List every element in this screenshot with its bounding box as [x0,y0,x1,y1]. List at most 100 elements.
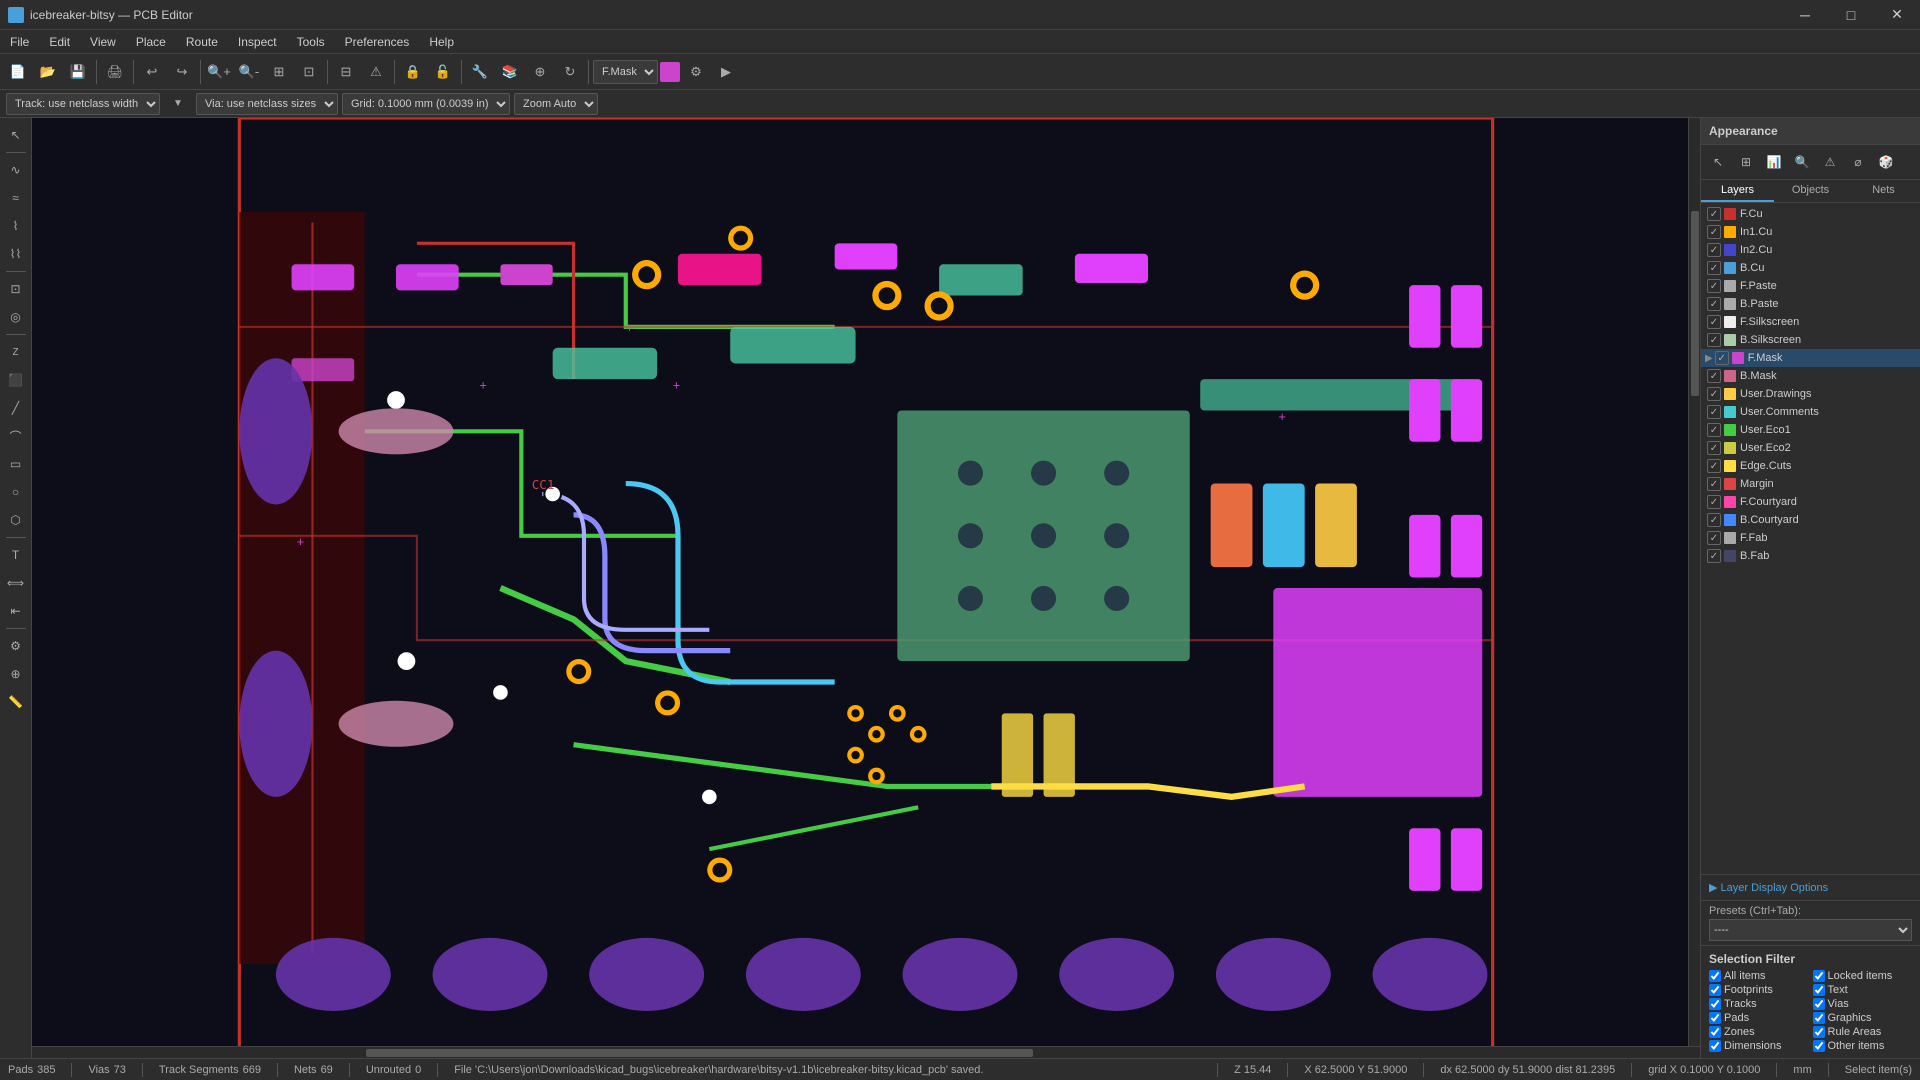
sf-checkbox-all-items[interactable] [1709,970,1721,982]
sf-checkbox-footprints[interactable] [1709,984,1721,996]
layer-visibility-toggle[interactable]: ✓ [1707,297,1721,311]
layer-item-f-silkscreen[interactable]: ✓F.Silkscreen [1701,313,1920,331]
pcb-new-button[interactable]: ⊕ [526,58,554,86]
rp-net-btn[interactable]: ⌀ [1845,149,1871,175]
layer-item-user-drawings[interactable]: ✓User.Drawings [1701,385,1920,403]
layer-visibility-toggle[interactable]: ✓ [1707,369,1721,383]
tab-objects[interactable]: Objects [1774,180,1847,202]
vertical-scrollbar[interactable] [1688,118,1700,1046]
layer-item-f-courtyard[interactable]: ✓F.Courtyard [1701,493,1920,511]
menu-edit[interactable]: Edit [39,30,80,54]
add-leader-tool[interactable]: ⇤ [3,598,29,624]
draw-line-tool[interactable]: ╱ [3,395,29,421]
layer-visibility-toggle[interactable]: ✓ [1707,243,1721,257]
layer-item-f-cu[interactable]: ✓F.Cu [1701,205,1920,223]
ratsnest-button[interactable]: ⊟ [332,58,360,86]
layer-item-b-cu[interactable]: ✓B.Cu [1701,259,1920,277]
track-width-dropdown[interactable]: Track: use netclass width [6,93,160,115]
add-via-tool[interactable]: ◎ [3,304,29,330]
layer-visibility-toggle[interactable]: ✓ [1707,207,1721,221]
v-scroll-thumb[interactable] [1691,211,1699,397]
zoom-out-button[interactable]: 🔍- [235,58,263,86]
layer-visibility-toggle[interactable]: ✓ [1707,495,1721,509]
unlock-button[interactable]: 🔓 [429,58,457,86]
drc-button[interactable]: ⚠ [362,58,390,86]
menu-tools[interactable]: Tools [287,30,335,54]
zoom-dropdown[interactable]: Zoom Auto [514,93,598,115]
board-setup-button[interactable]: ⚙ [682,58,710,86]
interactive-router-settings[interactable]: ⚙ [3,633,29,659]
scripting-button[interactable]: ▶ [712,58,740,86]
layer-item-margin[interactable]: ✓Margin [1701,475,1920,493]
tune-diff-pair-tool[interactable]: ⌇⌇ [3,241,29,267]
tab-nets[interactable]: Nets [1847,180,1920,202]
grid-dropdown[interactable]: Grid: 0.1000 mm (0.0039 in) [342,93,510,115]
sf-checkbox-text[interactable] [1813,984,1825,996]
menu-help[interactable]: Help [419,30,464,54]
layer-item-user-eco2[interactable]: ✓User.Eco2 [1701,439,1920,457]
pcb-canvas[interactable]: CC1 + + + + + [32,118,1700,1058]
layer-item-b-paste[interactable]: ✓B.Paste [1701,295,1920,313]
layer-visibility-toggle[interactable]: ✓ [1707,549,1721,563]
layer-item-f-mask[interactable]: ▶✓F.Mask [1701,349,1920,367]
layer-visibility-toggle[interactable]: ✓ [1707,315,1721,329]
layer-visibility-toggle[interactable]: ✓ [1707,441,1721,455]
presets-dropdown[interactable]: ---- [1709,919,1912,941]
select-tool[interactable]: ↖ [3,122,29,148]
layer-visibility-toggle[interactable]: ✓ [1707,513,1721,527]
sf-checkbox-zones[interactable] [1709,1026,1721,1038]
layer-selector[interactable]: F.Mask [593,60,658,84]
horizontal-scrollbar[interactable] [32,1046,1700,1058]
draw-circle-tool[interactable]: ○ [3,479,29,505]
zoom-fit-button[interactable]: ⊞ [265,58,293,86]
layer-visibility-toggle[interactable]: ✓ [1707,423,1721,437]
layer-item-f-fab[interactable]: ✓F.Fab [1701,529,1920,547]
sf-checkbox-tracks[interactable] [1709,998,1721,1010]
tune-track-tool[interactable]: ⌇ [3,213,29,239]
sf-checkbox-rule-areas[interactable] [1813,1026,1825,1038]
zoom-in-button[interactable]: 🔍+ [205,58,233,86]
layer-visibility-toggle[interactable]: ✓ [1707,459,1721,473]
add-dim-tool[interactable]: ⟺ [3,570,29,596]
layer-item-b-silkscreen[interactable]: ✓B.Silkscreen [1701,331,1920,349]
rp-search-btn[interactable]: 🔍 [1789,149,1815,175]
sf-checkbox-other-items[interactable] [1813,1040,1825,1052]
open-button[interactable]: 📂 [34,58,62,86]
menu-place[interactable]: Place [126,30,176,54]
rp-net-inspector-btn[interactable]: ⊞ [1733,149,1759,175]
zoom-select-button[interactable]: ⊡ [295,58,323,86]
rp-3d-btn[interactable]: 🎲 [1873,149,1899,175]
minimize-button[interactable]: ─ [1782,0,1828,30]
layer-item-user-comments[interactable]: ✓User.Comments [1701,403,1920,421]
layer-visibility-toggle[interactable]: ✓ [1707,531,1721,545]
layer-visibility-toggle[interactable]: ✓ [1707,261,1721,275]
layer-item-b-mask[interactable]: ✓B.Mask [1701,367,1920,385]
sf-checkbox-locked-items[interactable] [1813,970,1825,982]
lock-button[interactable]: 🔒 [399,58,427,86]
save-button[interactable]: 💾 [64,58,92,86]
layer-item-in1-cu[interactable]: ✓In1.Cu [1701,223,1920,241]
add-text-tool[interactable]: T [3,542,29,568]
sf-checkbox-dimensions[interactable] [1709,1040,1721,1052]
draw-rect-tool[interactable]: ▭ [3,451,29,477]
add-rule-area-tool[interactable]: ⬛ [3,367,29,393]
menu-inspect[interactable]: Inspect [228,30,287,54]
route-diff-pair-tool[interactable]: ≈ [3,185,29,211]
draw-arc-tool[interactable]: ⌒ [3,423,29,449]
layer-color-button[interactable] [660,62,680,82]
menu-preferences[interactable]: Preferences [335,30,420,54]
fp-lib-button[interactable]: 📚 [496,58,524,86]
layer-visibility-toggle[interactable]: ✓ [1715,351,1729,365]
layer-visibility-toggle[interactable]: ✓ [1707,225,1721,239]
update-pcb-button[interactable]: ↻ [556,58,584,86]
undo-button[interactable]: ↩ [138,58,166,86]
via-size-dropdown[interactable]: Via: use netclass sizes [196,93,338,115]
layer-display-options[interactable]: ▶ Layer Display Options [1701,875,1920,900]
layer-item-b-fab[interactable]: ✓B.Fab [1701,547,1920,565]
menu-view[interactable]: View [80,30,126,54]
rp-select-btn[interactable]: ↖ [1705,149,1731,175]
layer-item-f-paste[interactable]: ✓F.Paste [1701,277,1920,295]
add-zone-tool[interactable]: Z [3,339,29,365]
maximize-button[interactable]: □ [1828,0,1874,30]
sf-checkbox-graphics[interactable] [1813,1012,1825,1024]
